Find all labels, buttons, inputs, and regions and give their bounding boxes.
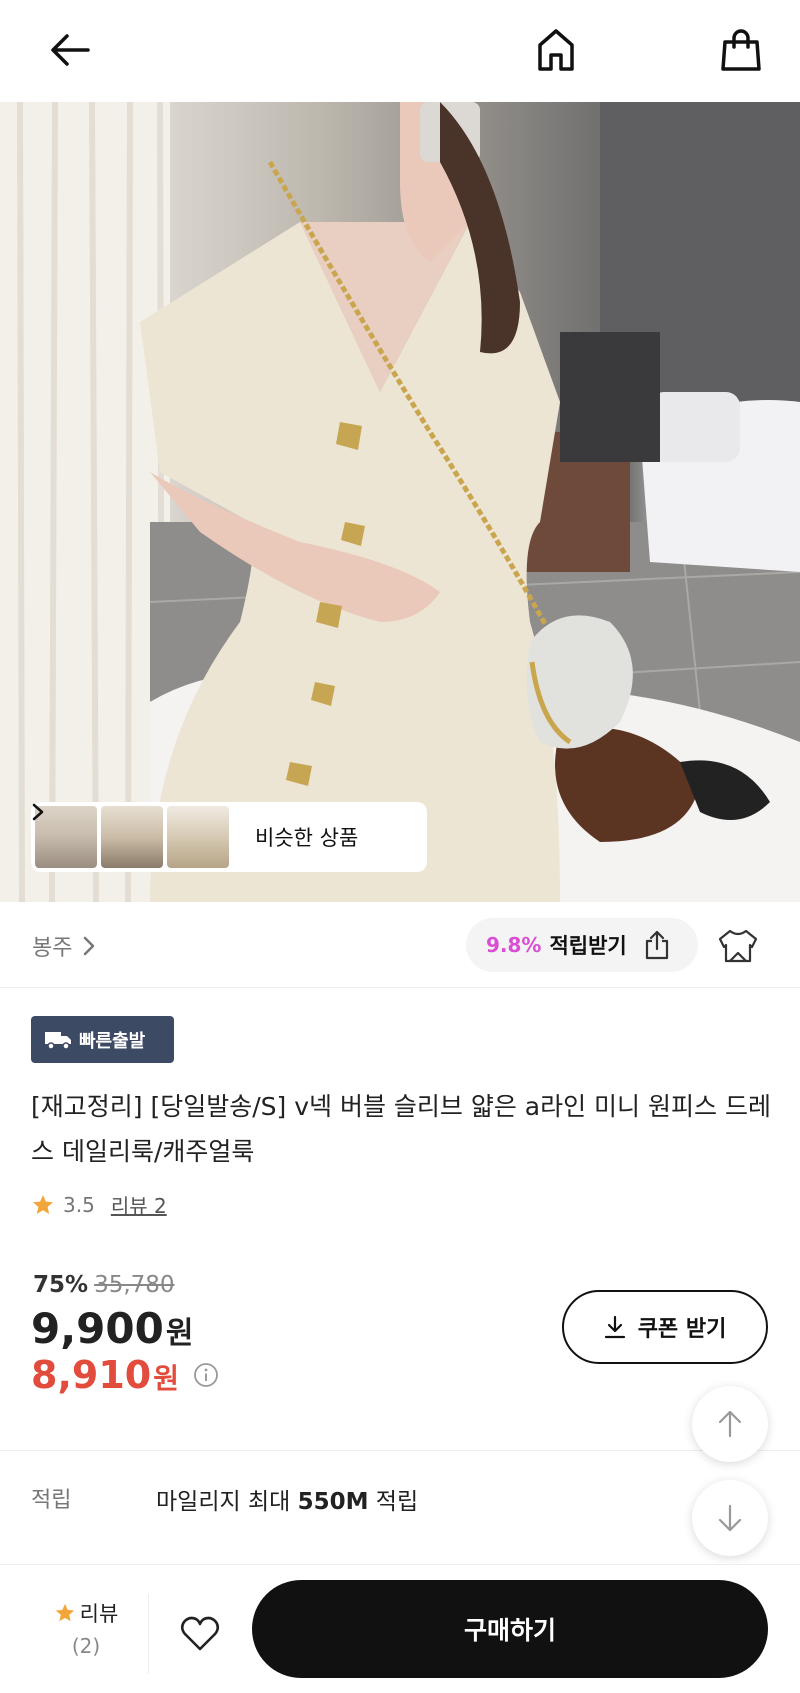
similar-thumb-3[interactable] bbox=[167, 806, 229, 868]
star-icon bbox=[55, 1603, 74, 1622]
product-image[interactable]: 비슷한 상품 bbox=[0, 102, 800, 902]
discount-line: 75% 35,780 bbox=[33, 1272, 175, 1298]
share-icon[interactable] bbox=[641, 929, 673, 961]
buy-button[interactable]: 구매하기 bbox=[252, 1580, 768, 1678]
coupon-download-button[interactable]: 쿠폰 받기 bbox=[562, 1290, 768, 1364]
review-tab-button[interactable]: 리뷰 (2) bbox=[30, 1598, 142, 1658]
shopping-bag-icon bbox=[721, 29, 761, 71]
mileage-prefix: 마일리지 최대 bbox=[156, 1489, 298, 1515]
mileage-text: 마일리지 최대 550M 적립 bbox=[156, 1482, 418, 1516]
fast-shipping-label: 빠른출발 bbox=[79, 1030, 146, 1052]
seller-row: 봉주 9.8% 적립받기 bbox=[0, 902, 800, 988]
bottom-action-bar: 리뷰 (2) 구매하기 bbox=[0, 1580, 800, 1693]
sale-price-currency: 원 bbox=[165, 1316, 194, 1351]
member-price-currency: 원 bbox=[153, 1362, 179, 1395]
download-icon bbox=[604, 1315, 625, 1339]
truck-icon bbox=[45, 1031, 71, 1050]
points-button[interactable]: 9.8% 적립받기 bbox=[466, 918, 698, 972]
sale-price: 9,900 원 bbox=[31, 1304, 193, 1353]
top-header bbox=[0, 0, 800, 102]
discount-percent: 75% bbox=[33, 1272, 89, 1298]
arrow-up-icon bbox=[718, 1410, 742, 1438]
review-tab-label: 리뷰 bbox=[79, 1602, 119, 1626]
fast-shipping-badge: 빠른출발 bbox=[31, 1016, 174, 1063]
divider bbox=[0, 1450, 800, 1451]
arrow-left-icon bbox=[51, 34, 90, 66]
divider bbox=[0, 1564, 800, 1565]
coupon-label: 쿠폰 받기 bbox=[637, 1317, 727, 1342]
member-price-value: 8,910 bbox=[31, 1353, 152, 1397]
similar-thumb-2[interactable] bbox=[101, 806, 163, 868]
product-title: [재고정리] [당일발송/S] v넥 버블 슬리브 얇은 a라인 미니 원피스 … bbox=[31, 1092, 771, 1166]
similar-products-card[interactable]: 비슷한 상품 bbox=[31, 802, 427, 872]
scroll-down-button[interactable] bbox=[692, 1480, 768, 1556]
mileage-label: 적립 bbox=[31, 1488, 72, 1513]
mileage-suffix: 적립 bbox=[368, 1489, 419, 1515]
arrow-down-icon bbox=[718, 1504, 742, 1532]
info-icon[interactable] bbox=[193, 1362, 219, 1388]
rating-score: 3.5 bbox=[63, 1192, 95, 1217]
review-link[interactable]: 리뷰 2 bbox=[111, 1190, 167, 1219]
hanger-icon[interactable] bbox=[718, 926, 758, 966]
scroll-up-button[interactable] bbox=[692, 1386, 768, 1462]
divider bbox=[148, 1594, 149, 1674]
home-icon bbox=[538, 29, 574, 71]
points-label: 적립받기 bbox=[549, 934, 627, 958]
seller-name: 봉주 bbox=[32, 936, 73, 961]
back-button[interactable] bbox=[44, 24, 96, 76]
cart-button[interactable] bbox=[715, 24, 767, 76]
home-button[interactable] bbox=[530, 24, 582, 76]
sale-price-value: 9,900 bbox=[31, 1304, 164, 1353]
star-icon bbox=[33, 1194, 53, 1214]
similar-products-label: 비슷한 상품 bbox=[255, 826, 359, 850]
heart-icon bbox=[180, 1616, 220, 1651]
rating-row: 3.5 리뷰 2 bbox=[31, 1190, 167, 1219]
mileage-amount: 550M bbox=[297, 1489, 369, 1515]
product-photo bbox=[0, 102, 800, 902]
wishlist-button[interactable] bbox=[176, 1610, 224, 1658]
seller-link[interactable]: 봉주 bbox=[32, 930, 96, 962]
chevron-right-icon bbox=[84, 936, 95, 956]
original-price: 35,780 bbox=[94, 1272, 175, 1298]
mileage-row[interactable]: 적립 마일리지 최대 550M 적립 bbox=[0, 1452, 800, 1562]
points-percent: 9.8% bbox=[486, 933, 542, 957]
member-price: 8,910 원 bbox=[31, 1353, 219, 1397]
review-tab-count: (2) bbox=[71, 1634, 101, 1658]
